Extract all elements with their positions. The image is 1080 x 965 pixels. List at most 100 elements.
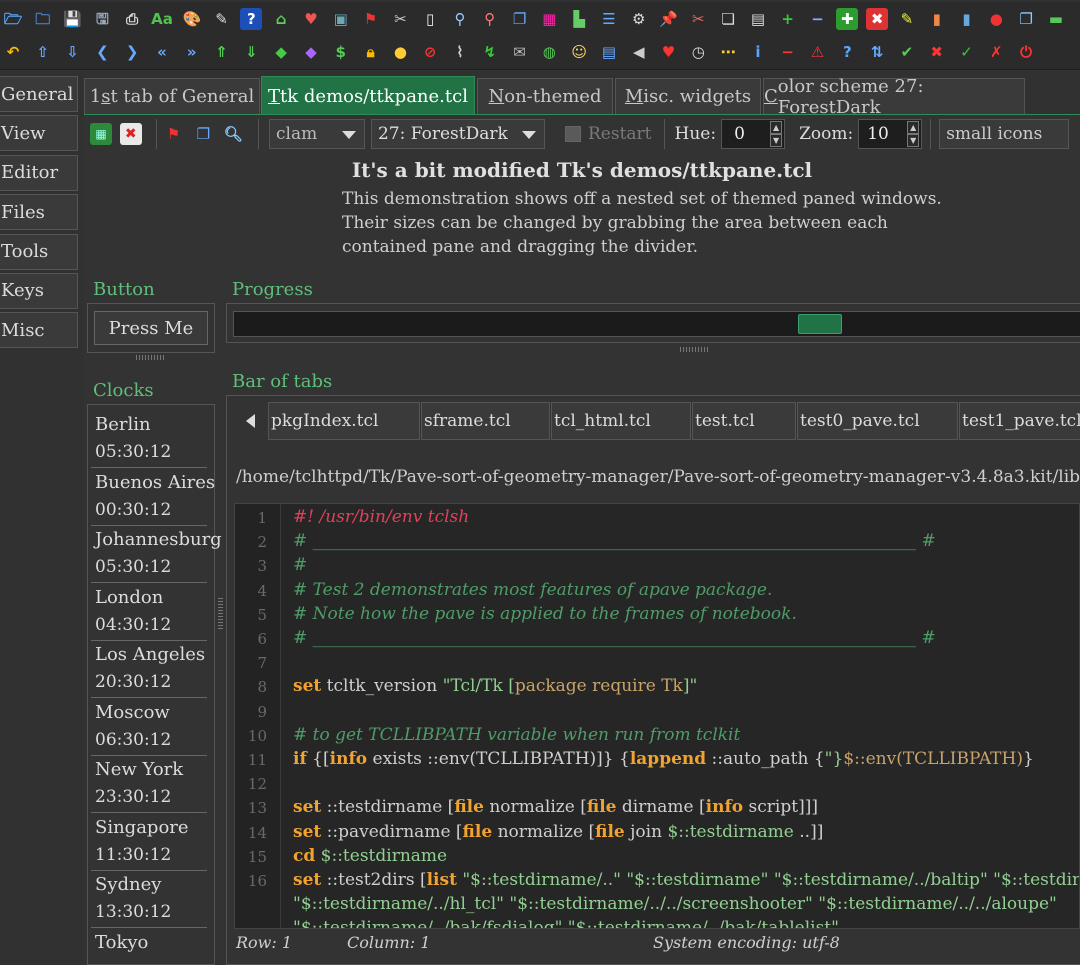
- file-tab[interactable]: sframe.tcl: [421, 402, 550, 440]
- double-left-icon[interactable]: «: [151, 42, 173, 64]
- ok-green-icon[interactable]: ✔: [896, 42, 918, 64]
- folder-open-icon[interactable]: 🗁: [2, 8, 24, 30]
- menu-item-general[interactable]: General: [0, 76, 78, 112]
- help-blue-icon[interactable]: ?: [836, 42, 858, 64]
- menu-item-view[interactable]: View: [0, 115, 78, 152]
- tab-4[interactable]: Misc. widgets: [615, 78, 761, 114]
- pane-grip[interactable]: [218, 597, 223, 629]
- speaker-icon[interactable]: ◀: [628, 42, 650, 64]
- scissors-icon[interactable]: ✂: [687, 8, 709, 30]
- tag-icon[interactable]: ◆: [270, 42, 292, 64]
- theme-select[interactable]: clam: [268, 119, 365, 149]
- edit-icon[interactable]: ✎: [896, 8, 918, 30]
- dollar-icon[interactable]: $: [330, 42, 352, 64]
- book-icon[interactable]: ▮: [956, 8, 978, 30]
- up-green-icon[interactable]: ⇑: [211, 42, 233, 64]
- file-tab[interactable]: test.tcl: [692, 402, 796, 440]
- window-icon[interactable]: ❐: [509, 8, 531, 30]
- arrow-right-icon[interactable]: ❯: [121, 42, 143, 64]
- equalizer-icon[interactable]: ▮: [926, 8, 948, 30]
- file-tab[interactable]: test1_pave.tcl: [959, 402, 1080, 440]
- paste-icon[interactable]: ▤: [747, 8, 769, 30]
- menu-item-files[interactable]: Files: [0, 194, 78, 231]
- arrow-up-icon[interactable]: ⇧: [32, 42, 54, 64]
- menu-item-keys[interactable]: Keys: [0, 272, 78, 309]
- check-icon[interactable]: ✓: [956, 42, 978, 64]
- menu-item-editor[interactable]: Editor: [0, 154, 78, 191]
- font-icon[interactable]: Aa: [151, 8, 173, 30]
- menu-item-tools[interactable]: Tools: [0, 233, 78, 270]
- file-tab[interactable]: tcl_html.tcl: [551, 402, 691, 440]
- tag-purple-icon[interactable]: ◆: [300, 42, 322, 64]
- zoom-red-icon[interactable]: ⚲: [479, 8, 501, 30]
- chart-icon[interactable]: ▙: [568, 8, 590, 30]
- print-icon[interactable]: ⎙: [121, 8, 143, 30]
- ellipsis-icon[interactable]: ⋯: [717, 42, 739, 64]
- zoom-icon[interactable]: ⚲: [449, 8, 471, 30]
- gear-icon[interactable]: ⚙: [628, 8, 650, 30]
- tab-5[interactable]: Color scheme 27: ForestDark: [763, 76, 1025, 118]
- help-icon[interactable]: ?: [240, 8, 263, 30]
- list-icon[interactable]: ☰: [598, 8, 620, 30]
- file-tab[interactable]: test0_pave.tcl: [797, 402, 958, 440]
- chat-icon[interactable]: ▬: [1045, 8, 1067, 30]
- zoom-spinbox[interactable]: 10 ▲ ▼: [858, 119, 923, 149]
- add-box-icon[interactable]: ✚: [836, 8, 859, 30]
- search-icon[interactable]: 🔍︎: [222, 123, 244, 145]
- clock-icon[interactable]: ◷: [687, 42, 709, 64]
- power-icon[interactable]: ⏻: [1015, 42, 1037, 64]
- folder-blue-icon[interactable]: 🗀: [32, 8, 54, 30]
- icon-size-select[interactable]: small icons: [939, 119, 1070, 149]
- lock-icon[interactable]: 🔒︎: [360, 42, 382, 64]
- copy-icon[interactable]: ❏: [717, 8, 739, 30]
- spin-down-icon[interactable]: ▼: [770, 134, 783, 147]
- share-icon[interactable]: ↯: [479, 42, 501, 64]
- file-tab[interactable]: pkgIndex.tcl: [268, 402, 420, 440]
- heart-icon[interactable]: ♥: [300, 8, 322, 30]
- tools-icon[interactable]: ✂: [389, 8, 411, 30]
- windows-icon[interactable]: ❐: [1015, 8, 1037, 30]
- flag-icon[interactable]: ⚑: [163, 123, 185, 145]
- pane-grip[interactable]: [680, 347, 710, 352]
- heart-red-icon[interactable]: ♥: [658, 42, 680, 64]
- pane-grip[interactable]: [136, 355, 166, 360]
- cross-icon[interactable]: ✗: [985, 42, 1007, 64]
- close-box-icon[interactable]: ✖: [866, 8, 889, 30]
- arrow-down-icon[interactable]: ⇩: [62, 42, 84, 64]
- scheme-select[interactable]: 27: ForestDark: [370, 119, 545, 149]
- attach-icon[interactable]: ⌇: [449, 42, 471, 64]
- tab-1[interactable]: 1st tab of General: [84, 78, 260, 114]
- terminal-icon[interactable]: ▣: [330, 8, 352, 30]
- bucket-icon[interactable]: ●: [985, 8, 1007, 30]
- grid-icon[interactable]: ▦: [90, 123, 112, 145]
- close-icon[interactable]: ✖: [119, 123, 142, 145]
- code-editor[interactable]: 1 2 3 4 5 6 7 8 9 10 11 12 13 14 15 16 #! /usr/bin/env …: [234, 503, 1080, 929]
- arrow-left-icon[interactable]: ❮: [91, 42, 113, 64]
- cancel-red-icon[interactable]: ✖: [926, 42, 948, 64]
- table-icon[interactable]: ▦: [538, 8, 560, 30]
- save-as-icon[interactable]: 🖫: [91, 8, 113, 30]
- home-icon[interactable]: ⌂: [270, 8, 292, 30]
- no-icon[interactable]: ⊘: [419, 42, 441, 64]
- spin-down-icon[interactable]: ▼: [907, 134, 920, 147]
- press-me-button[interactable]: Press Me: [94, 311, 208, 345]
- restart-checkbox[interactable]: Restart: [564, 124, 652, 144]
- scroll-left-icon[interactable]: [246, 414, 255, 428]
- double-right-icon[interactable]: »: [181, 42, 203, 64]
- menu-item-misc[interactable]: Misc: [0, 312, 78, 349]
- pin-icon[interactable]: 📌: [658, 8, 680, 30]
- warning-icon[interactable]: ⚠: [807, 42, 829, 64]
- tab-3[interactable]: Non-themed: [477, 78, 613, 114]
- hue-spinbox[interactable]: 0 ▲ ▼: [721, 119, 786, 149]
- person-icon[interactable]: ☺: [568, 42, 590, 64]
- minus-red-icon[interactable]: −: [777, 42, 799, 64]
- info-icon[interactable]: i: [747, 42, 769, 64]
- plus-green-icon[interactable]: +: [777, 8, 799, 30]
- minus-icon[interactable]: −: [807, 8, 829, 30]
- new-file-icon[interactable]: ▯: [419, 8, 441, 30]
- down-green-icon[interactable]: ⇓: [240, 42, 262, 64]
- spin-up-icon[interactable]: ▲: [907, 121, 920, 134]
- windows-icon[interactable]: ❐: [192, 123, 214, 145]
- flag-icon[interactable]: ⚑: [360, 8, 382, 30]
- bulb-icon[interactable]: ●: [389, 42, 411, 64]
